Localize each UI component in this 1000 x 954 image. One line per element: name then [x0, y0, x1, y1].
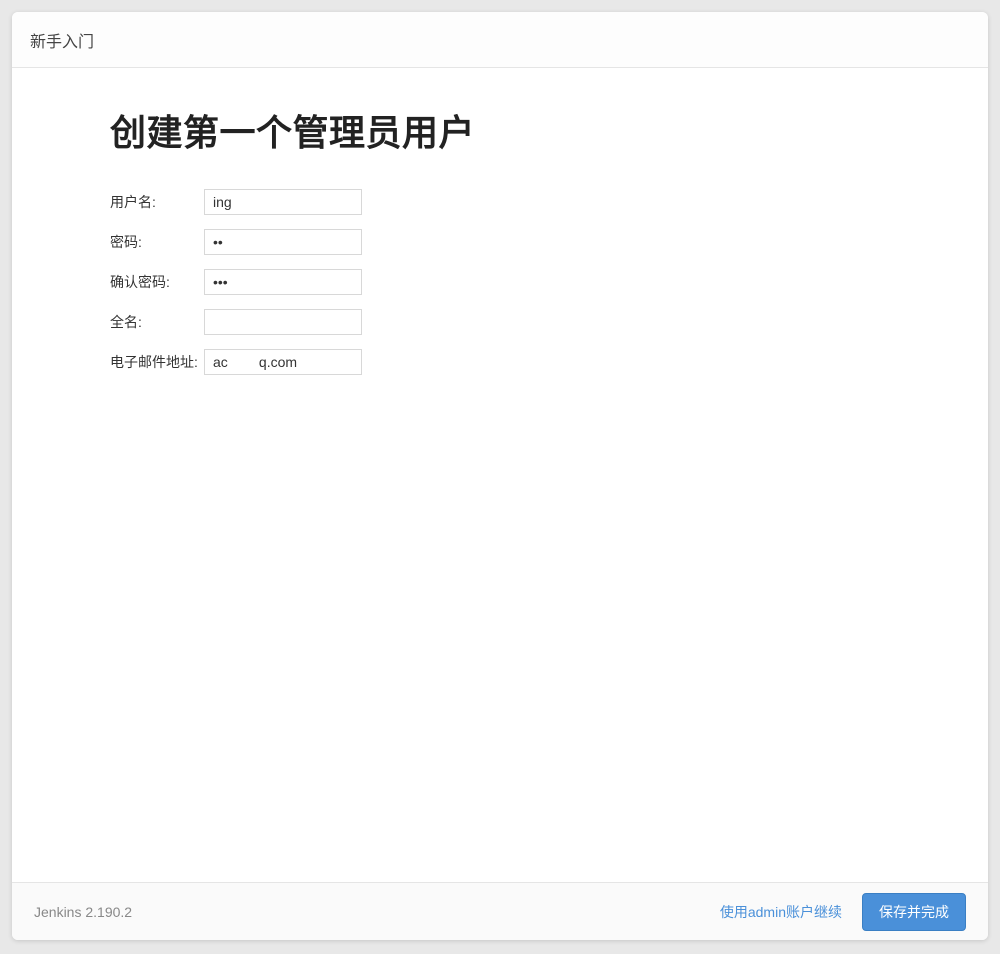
password-label: 密码: — [110, 232, 204, 252]
confirm-password-input[interactable] — [204, 269, 362, 295]
username-input[interactable] — [204, 189, 362, 215]
content-area: 创建第一个管理员用户 用户名: 密码: 确认密码: 全名: 电子邮件地址: — [12, 68, 988, 882]
save-and-finish-button[interactable]: 保存并完成 — [862, 893, 966, 931]
setup-wizard-window: 新手入门 创建第一个管理员用户 用户名: 密码: 确认密码: 全名: 电子邮件 — [12, 12, 988, 940]
form-row-confirm-password: 确认密码: — [110, 266, 890, 298]
fullname-input[interactable] — [204, 309, 362, 335]
form-row-password: 密码: — [110, 226, 890, 258]
form-row-username: 用户名: — [110, 186, 890, 218]
email-label: 电子邮件地址: — [110, 352, 204, 372]
form-row-fullname: 全名: — [110, 306, 890, 338]
username-label: 用户名: — [110, 192, 204, 212]
footer: Jenkins 2.190.2 使用admin账户继续 保存并完成 — [12, 882, 988, 940]
form-row-email: 电子邮件地址: — [110, 346, 890, 378]
email-input[interactable] — [204, 349, 362, 375]
page-heading: 创建第一个管理员用户 — [110, 104, 890, 156]
titlebar: 新手入门 — [12, 12, 988, 68]
continue-as-admin-link[interactable]: 使用admin账户继续 — [720, 902, 842, 922]
password-input[interactable] — [204, 229, 362, 255]
confirm-password-label: 确认密码: — [110, 272, 204, 292]
footer-actions: 使用admin账户继续 保存并完成 — [720, 893, 966, 931]
fullname-label: 全名: — [110, 312, 204, 332]
version-text: Jenkins 2.190.2 — [34, 904, 132, 920]
window-title: 新手入门 — [30, 28, 94, 52]
admin-user-form: 用户名: 密码: 确认密码: 全名: 电子邮件地址: — [110, 186, 890, 378]
